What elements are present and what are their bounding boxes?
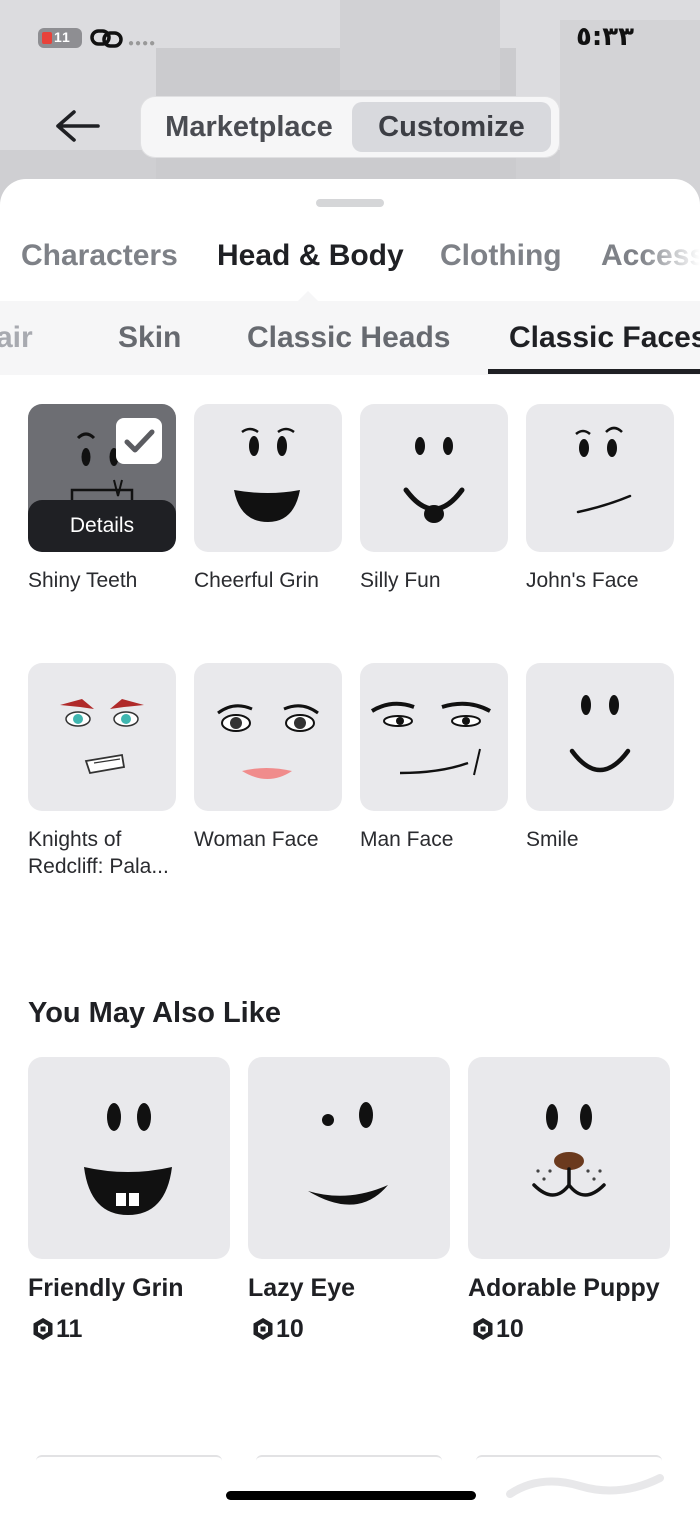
tab-skin[interactable]: Skin — [118, 321, 181, 355]
link-icon — [90, 29, 123, 48]
robux-icon — [33, 1318, 53, 1340]
next-row-card-edge — [36, 1455, 222, 1461]
marketplace-segment[interactable]: Marketplace — [149, 102, 349, 152]
home-indicator[interactable] — [226, 1491, 476, 1500]
face-label: Woman Face — [194, 828, 319, 851]
tab-characters[interactable]: Characters — [21, 239, 178, 273]
battery-icon: 11 — [38, 28, 82, 48]
man-face-icon — [370, 701, 491, 776]
face-tile-shiny-teeth[interactable]: Details — [28, 404, 176, 552]
rec-name[interactable]: Lazy Eye — [248, 1274, 355, 1303]
back-button[interactable] — [52, 104, 104, 148]
lazy-eye-face-icon — [308, 1102, 388, 1205]
next-row-card-edge — [476, 1455, 662, 1461]
robux-icon — [253, 1318, 273, 1340]
tab-clothing[interactable]: Clothing — [440, 239, 562, 273]
face-tile-smile[interactable] — [526, 663, 674, 811]
johns-face-icon — [575, 426, 632, 514]
tab-classic-heads[interactable]: Classic Heads — [247, 321, 450, 355]
rec-tile-friendly-grin[interactable] — [28, 1057, 230, 1259]
rec-name[interactable]: Friendly Grin — [28, 1274, 184, 1303]
face-tile-man-face[interactable] — [360, 663, 508, 811]
selected-checkbox[interactable] — [116, 418, 162, 464]
face-tile-silly-fun[interactable] — [360, 404, 508, 552]
tab-head-body[interactable]: Head & Body — [217, 239, 404, 273]
tab-hair[interactable]: air — [0, 321, 33, 355]
tab-classic-faces[interactable]: Classic Faces — [509, 321, 700, 355]
rec-name[interactable]: Adorable Puppy — [468, 1274, 660, 1303]
customize-segment[interactable]: Customize — [352, 102, 551, 152]
arrow-left-icon — [56, 110, 100, 142]
subcategory-tabs: air Skin Classic Heads Classic Faces — [0, 301, 700, 375]
sheet-drag-handle[interactable] — [316, 199, 384, 207]
face-label: Shiny Teeth — [28, 569, 138, 592]
face-label: Cheerful Grin — [194, 569, 319, 592]
signal-dots-icon: ●●●● — [128, 38, 157, 49]
clock: ٥:٣٣ — [575, 22, 634, 52]
tab-fade — [640, 239, 700, 289]
woman-face-icon — [217, 704, 319, 779]
checkmark-icon — [124, 429, 155, 453]
robux-icon — [473, 1318, 493, 1340]
face-label: Knights of Redcliff: Pala... — [28, 828, 169, 878]
silly-fun-face-icon — [403, 437, 465, 523]
next-row-card-edge — [256, 1455, 442, 1461]
face-label: Smile — [526, 828, 579, 851]
tab-pointer-icon — [296, 291, 320, 303]
watermark-logo — [506, 1474, 664, 1498]
face-label: Man Face — [360, 828, 454, 851]
face-label: John's Face — [526, 569, 639, 592]
rec-tile-adorable-puppy[interactable] — [468, 1057, 670, 1259]
face-tile-woman-face[interactable] — [194, 663, 342, 811]
friendly-grin-face-icon — [84, 1103, 172, 1215]
marketplace-customize-switch: Marketplace Customize — [141, 97, 559, 157]
details-button[interactable]: Details — [28, 500, 176, 552]
section-title: You May Also Like — [28, 997, 281, 1029]
rec-tile-lazy-eye[interactable] — [248, 1057, 450, 1259]
active-tab-underline — [488, 369, 700, 374]
category-tabs: Characters Head & Body Clothing Access — [0, 239, 700, 289]
cheerful-grin-face-icon — [234, 427, 300, 522]
face-tile-johns-face[interactable] — [526, 404, 674, 552]
face-tile-knights[interactable] — [28, 663, 176, 811]
face-tile-cheerful-grin[interactable] — [194, 404, 342, 552]
customize-sheet: Characters Head & Body Clothing Access a… — [0, 179, 700, 1516]
adorable-puppy-face-icon — [532, 1104, 606, 1197]
knights-face-icon — [60, 699, 144, 775]
status-bar: 11 ●●●● ٥:٣٣ — [0, 22, 700, 52]
smile-face-icon — [569, 695, 631, 773]
face-label: Silly Fun — [360, 569, 441, 592]
